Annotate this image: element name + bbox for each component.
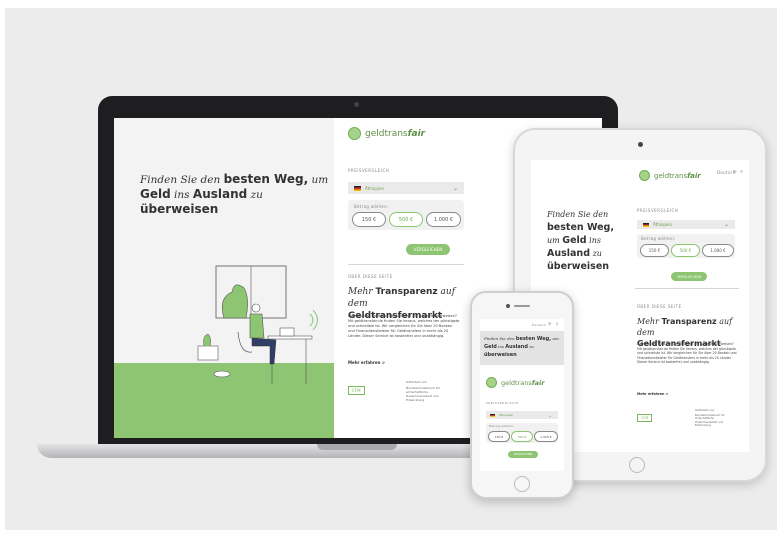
hero-illustration (197, 265, 318, 384)
section-label-about: ÜBER DIESE SEITE (348, 274, 393, 279)
phone-flag-icon (490, 413, 495, 417)
phone-logo-text: geldtransfair (501, 378, 545, 387)
phone-home-button[interactable] (514, 476, 530, 492)
phone-amount-option-150[interactable]: 150 € (488, 431, 510, 442)
tablet-logo-text: geldtransfair (654, 171, 701, 180)
tablet-bmz-logo: Bundesministerium für wirtschaftliche Zu… (695, 414, 725, 428)
phone-country-select-value: Äthiopien (499, 413, 514, 417)
tablet-flag-icon (643, 222, 649, 227)
amount-option-150[interactable]: 150 € (352, 212, 386, 227)
about-text: Sie möchten Geld von Deutschland ins Aus… (348, 314, 460, 338)
phone-camera (506, 304, 510, 308)
amount-box: Betrag wählen: 150 € 500 € 1.000 € (348, 200, 464, 230)
phone-logo[interactable]: geldtransfair (486, 377, 544, 388)
tablet-section-label-about: ÜBER DIESE SEITE (637, 304, 682, 309)
phone-compare-button[interactable]: VERGLEICHEN (508, 451, 538, 458)
phone-section-label-preisvergleich: PREISVERGLEICH (486, 401, 519, 405)
bmz-logo: Bundesministerium für wirtschaftliche Zu… (406, 386, 441, 402)
tablet-more-link[interactable]: Mehr erfahren > (637, 392, 669, 396)
tablet-menu-icon[interactable]: ☰ (733, 169, 737, 174)
phone-search-icon[interactable]: ⚲ (556, 322, 559, 326)
logo[interactable]: geldtransfair (348, 127, 425, 140)
tablet-section-label-preisvergleich: PREISVERGLEICH (637, 208, 679, 213)
country-select[interactable]: Äthiopien ⌄ (348, 182, 464, 194)
phone-screen: Deutsch ☰ ⚲ Finden Sie den besten Weg, u… (480, 319, 564, 471)
logo-text: geldtransfair (365, 128, 426, 139)
tablet-compare-button[interactable]: VERGLEICHEN (671, 272, 707, 281)
amount-label: Betrag wählen: (354, 204, 389, 209)
country-select-value: Äthiopien (365, 185, 384, 191)
tablet-country-select-value: Äthiopien (653, 222, 672, 227)
amount-option-1000[interactable]: 1.000 € (426, 212, 461, 227)
tablet-amount-option-1000[interactable]: 1.000 € (702, 244, 734, 257)
section-label-preisvergleich: PREISVERGLEICH (348, 168, 390, 173)
tablet-amount-option-150[interactable]: 150 € (640, 244, 669, 257)
tablet-home-button[interactable] (629, 457, 645, 473)
divider (348, 264, 464, 265)
phone-menu-icon[interactable]: ☰ (548, 322, 551, 326)
logo-mark-icon (348, 127, 361, 140)
phone-amount-label: Betrag wählen: (489, 424, 515, 428)
more-link[interactable]: Mehr erfahren > (348, 360, 385, 365)
chevron-down-icon: ⌄ (452, 184, 458, 192)
tablet-cfm-logo: CFM (637, 414, 653, 422)
phone-speaker (514, 305, 530, 307)
phone-amount-box: Betrag wählen: 150 € 500 € 1.000 € (486, 423, 558, 443)
phone-logo-mark-icon (486, 377, 497, 388)
tablet-logo-mark-icon (639, 170, 650, 181)
phone-language-switch[interactable]: Deutsch (532, 323, 546, 327)
tablet-search-icon[interactable]: ⚲ (740, 169, 743, 174)
amount-option-500[interactable]: 500 € (389, 212, 423, 227)
tablet-hero-headline: Finden Sie den besten Weg, um Geld ins A… (547, 210, 614, 272)
mockup-stage: Finden Sie den besten Weg, um Geld ins A… (5, 8, 777, 530)
bmz-label: Gefördert von (406, 380, 427, 384)
tablet-amount-option-500[interactable]: 500 € (671, 244, 700, 257)
tablet-about-text: Sie möchten Geld von Deutschland ins Aus… (637, 342, 737, 364)
phone-device: Deutsch ☰ ⚲ Finden Sie den besten Weg, u… (470, 291, 574, 499)
tablet-bmz-label: Gefördert von (695, 408, 715, 412)
tablet-camera (638, 142, 643, 147)
tablet-chevron-down-icon: ⌄ (723, 221, 729, 228)
cfm-logo: CFM (348, 386, 365, 395)
flag-icon (354, 185, 361, 191)
tablet-amount-label: Betrag wählen: (641, 236, 676, 241)
tablet-divider (635, 288, 739, 289)
hero-headline: Finden Sie den besten Weg, um Geld ins A… (140, 172, 329, 216)
laptop-notch (317, 444, 397, 450)
tablet-country-select[interactable]: Äthiopien ⌄ (637, 220, 735, 229)
tablet-logo[interactable]: geldtransfair (639, 170, 701, 181)
phone-amount-option-500[interactable]: 500 € (511, 431, 533, 442)
laptop-camera (354, 102, 359, 107)
phone-country-select[interactable]: Äthiopien ⌄ (486, 411, 558, 419)
phone-chevron-down-icon: ⌄ (548, 412, 552, 418)
phone-hero-headline: Finden Sie den besten Weg, um Geld ins A… (484, 336, 559, 358)
compare-button[interactable]: VERGLEICHEN (406, 244, 450, 255)
phone-amount-option-1000[interactable]: 1.000 € (534, 431, 558, 442)
tablet-amount-box: Betrag wählen: 150 € 500 € 1.000 € (637, 234, 735, 258)
